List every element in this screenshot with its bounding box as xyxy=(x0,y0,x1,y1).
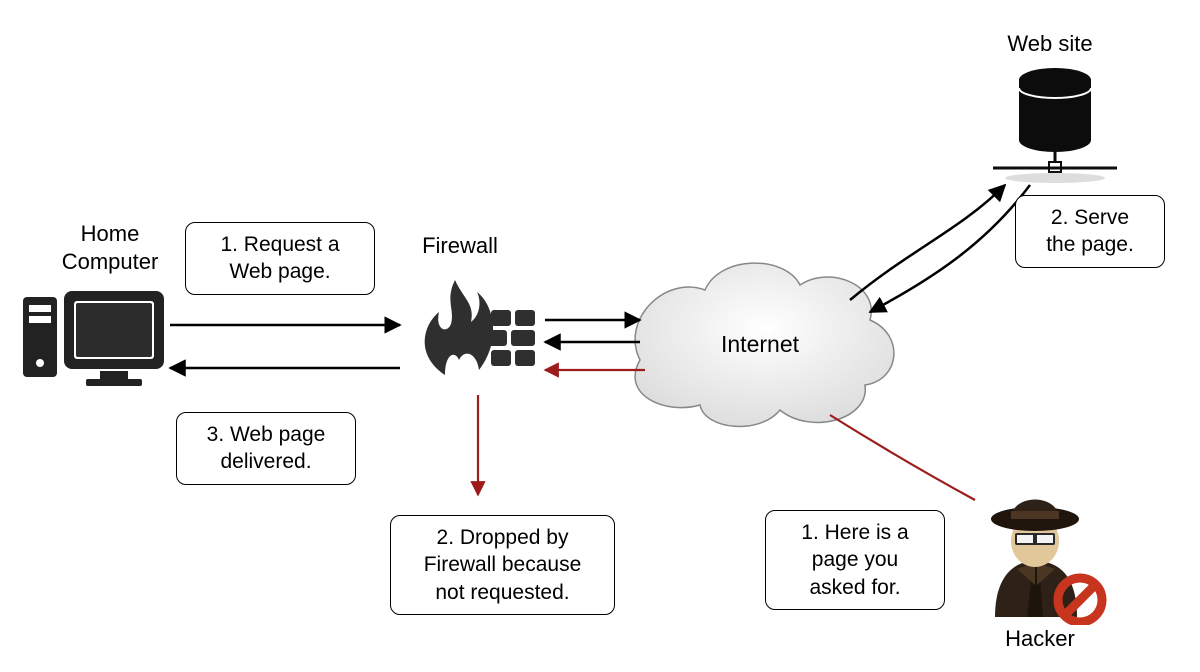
firewall-icon xyxy=(405,270,540,390)
hacker-label: Hacker xyxy=(990,625,1090,653)
arrow-hacker-to-internet xyxy=(830,415,975,500)
hacker-icon xyxy=(965,475,1115,625)
arrow-from-website xyxy=(870,185,1030,312)
website-icon xyxy=(985,60,1125,185)
callout-request-page: 1. Request aWeb page. xyxy=(185,222,375,295)
computer-label: HomeComputer xyxy=(40,220,180,275)
callout-hacker-message: 1. Here is apage youasked for. xyxy=(765,510,945,610)
internet-label: Internet xyxy=(710,330,810,359)
firewall-label: Firewall xyxy=(410,232,510,260)
computer-icon xyxy=(20,285,170,390)
callout-serve-page: 2. Servethe page. xyxy=(1015,195,1165,268)
website-label: Web site xyxy=(990,30,1110,58)
arrow-to-website xyxy=(850,185,1005,300)
callout-dropped: 2. Dropped byFirewall becausenot request… xyxy=(390,515,615,615)
callout-page-delivered: 3. Web pagedelivered. xyxy=(176,412,356,485)
